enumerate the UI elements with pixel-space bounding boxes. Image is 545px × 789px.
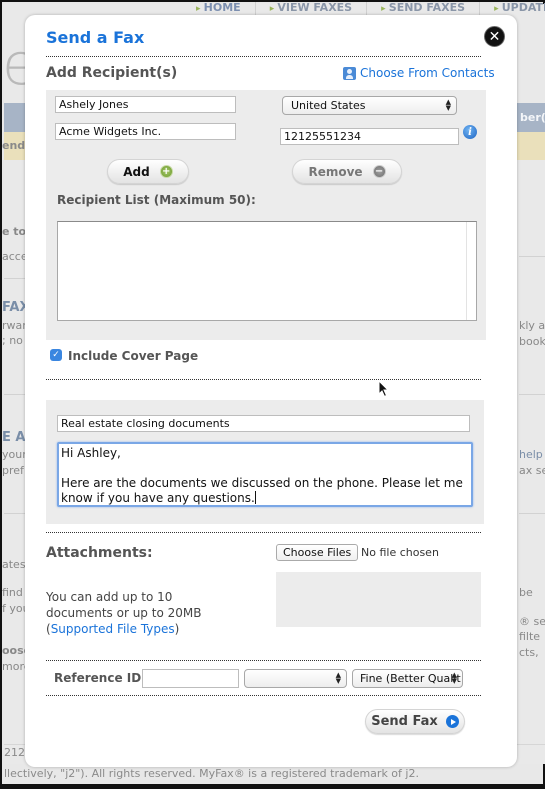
background-text: help bbox=[519, 448, 543, 461]
background-divider bbox=[519, 513, 545, 514]
attachment-help-line1: You can add up to 10 bbox=[46, 590, 173, 604]
background-text: e to bbox=[2, 225, 27, 238]
cover-message-textarea[interactable]: Hi Ashley, Here are the documents we dis… bbox=[57, 442, 473, 507]
background-text: book bbox=[519, 335, 545, 348]
window-bottom-edge bbox=[2, 784, 545, 789]
divider bbox=[46, 379, 481, 380]
select-arrows-icon: ▲ ▼ bbox=[335, 671, 341, 685]
recipient-name-input[interactable]: Ashely Jones bbox=[55, 96, 236, 113]
select-arrows-icon: ▲ ▼ bbox=[445, 98, 451, 112]
recipient-list-scrollbar[interactable] bbox=[466, 222, 476, 320]
attachment-drop-area[interactable] bbox=[276, 572, 481, 627]
background-bluebar-text: ber( bbox=[520, 111, 545, 124]
text-cursor bbox=[254, 491, 256, 504]
background-text: your bbox=[2, 448, 27, 461]
divider bbox=[46, 56, 481, 57]
divider bbox=[46, 532, 481, 533]
background-text: filte bbox=[519, 630, 541, 643]
nav-view-faxes[interactable]: VIEW FAXES bbox=[256, 2, 368, 15]
background-text: find bbox=[2, 586, 23, 599]
fax-quality-select-value: Fine (Better Qualit bbox=[360, 672, 461, 685]
include-cover-page-checkbox[interactable]: ✓ bbox=[50, 349, 62, 361]
info-icon[interactable]: i bbox=[463, 125, 477, 139]
background-text: ; no bbox=[2, 334, 23, 347]
background-footer-copyright: llectively, "j2"). All rights reserved. … bbox=[4, 767, 419, 780]
background-text: ax se bbox=[519, 464, 545, 477]
fax-quality-select[interactable]: Fine (Better Qualit ▲ ▼ bbox=[352, 669, 463, 688]
send-fax-button[interactable]: Send Fax bbox=[365, 709, 465, 734]
add-button-label: Add bbox=[123, 164, 150, 179]
add-recipients-heading: Add Recipient(s) bbox=[46, 65, 178, 81]
add-recipient-button[interactable]: Add + bbox=[107, 159, 189, 184]
nav-send-faxes[interactable]: SEND FAXES bbox=[367, 2, 481, 15]
paren: ) bbox=[174, 622, 180, 636]
recipient-company-input[interactable]: Acme Widgets Inc. bbox=[55, 123, 236, 140]
divider bbox=[46, 660, 481, 661]
background-text: acce bbox=[2, 250, 28, 263]
recipient-list-heading: Recipient List (Maximum 50): bbox=[57, 193, 256, 207]
background-text: kly a bbox=[519, 319, 545, 332]
background-text: ates bbox=[2, 558, 26, 571]
include-cover-page-label: Include Cover Page bbox=[68, 349, 199, 363]
fax-number-input[interactable]: 12125551234 bbox=[280, 128, 459, 145]
reference-id-label: Reference ID: bbox=[54, 671, 146, 685]
recipient-list[interactable] bbox=[57, 221, 477, 321]
nav-update[interactable]: UPDATE bbox=[480, 2, 545, 15]
minus-icon: − bbox=[372, 165, 386, 178]
mouse-cursor-icon bbox=[378, 380, 390, 398]
choose-from-contacts-label: Choose From Contacts bbox=[360, 66, 495, 80]
supported-file-types-link[interactable]: Supported File Types bbox=[51, 622, 175, 636]
country-select-value: United States bbox=[291, 99, 366, 112]
secondary-select[interactable]: ▲ ▼ bbox=[244, 669, 347, 688]
send-fax-modal: Send a Fax ✕ Add Recipient(s) Choose Fro… bbox=[25, 15, 517, 767]
background-text: ® ser bbox=[519, 615, 545, 628]
send-fax-label: Send Fax bbox=[371, 714, 438, 729]
background-text: pref bbox=[2, 464, 24, 477]
plus-icon: + bbox=[159, 165, 173, 178]
modal-title: Send a Fax bbox=[46, 28, 145, 47]
country-select[interactable]: United States ▲ ▼ bbox=[282, 96, 457, 115]
reference-id-input[interactable] bbox=[142, 669, 239, 688]
close-icon[interactable]: ✕ bbox=[484, 26, 505, 47]
nav-home[interactable]: HOME bbox=[182, 2, 256, 15]
background-divider bbox=[519, 394, 545, 395]
background-text: E A bbox=[2, 430, 26, 445]
play-icon bbox=[445, 715, 459, 728]
file-status: No file chosen bbox=[361, 546, 439, 559]
attachments-heading: Attachments: bbox=[46, 545, 153, 561]
contacts-icon bbox=[343, 66, 356, 80]
divider bbox=[46, 695, 481, 696]
attachment-help-line2: documents or up to 20MB bbox=[46, 606, 202, 620]
background-divider bbox=[519, 256, 545, 257]
choose-files-button[interactable]: Choose Files bbox=[276, 544, 359, 561]
attachment-help-text: You can add up to 10 documents or up to … bbox=[46, 589, 201, 637]
background-text: rwar bbox=[2, 319, 27, 332]
background-text: cts, bbox=[519, 646, 539, 659]
attachment-help-line3: (Supported File Types) bbox=[46, 621, 201, 637]
cover-subject-input[interactable]: Real estate closing documents bbox=[57, 415, 470, 432]
remove-recipient-button[interactable]: Remove − bbox=[292, 159, 402, 184]
choose-from-contacts-link[interactable]: Choose From Contacts bbox=[343, 66, 495, 80]
background-nav: HOME VIEW FAXES SEND FAXES UPDATE bbox=[182, 2, 545, 15]
remove-button-label: Remove bbox=[308, 164, 363, 179]
cover-message-text: Hi Ashley, Here are the documents we dis… bbox=[61, 446, 463, 505]
select-arrows-icon: ▲ ▼ bbox=[451, 671, 457, 685]
background-text: be bbox=[519, 586, 533, 599]
